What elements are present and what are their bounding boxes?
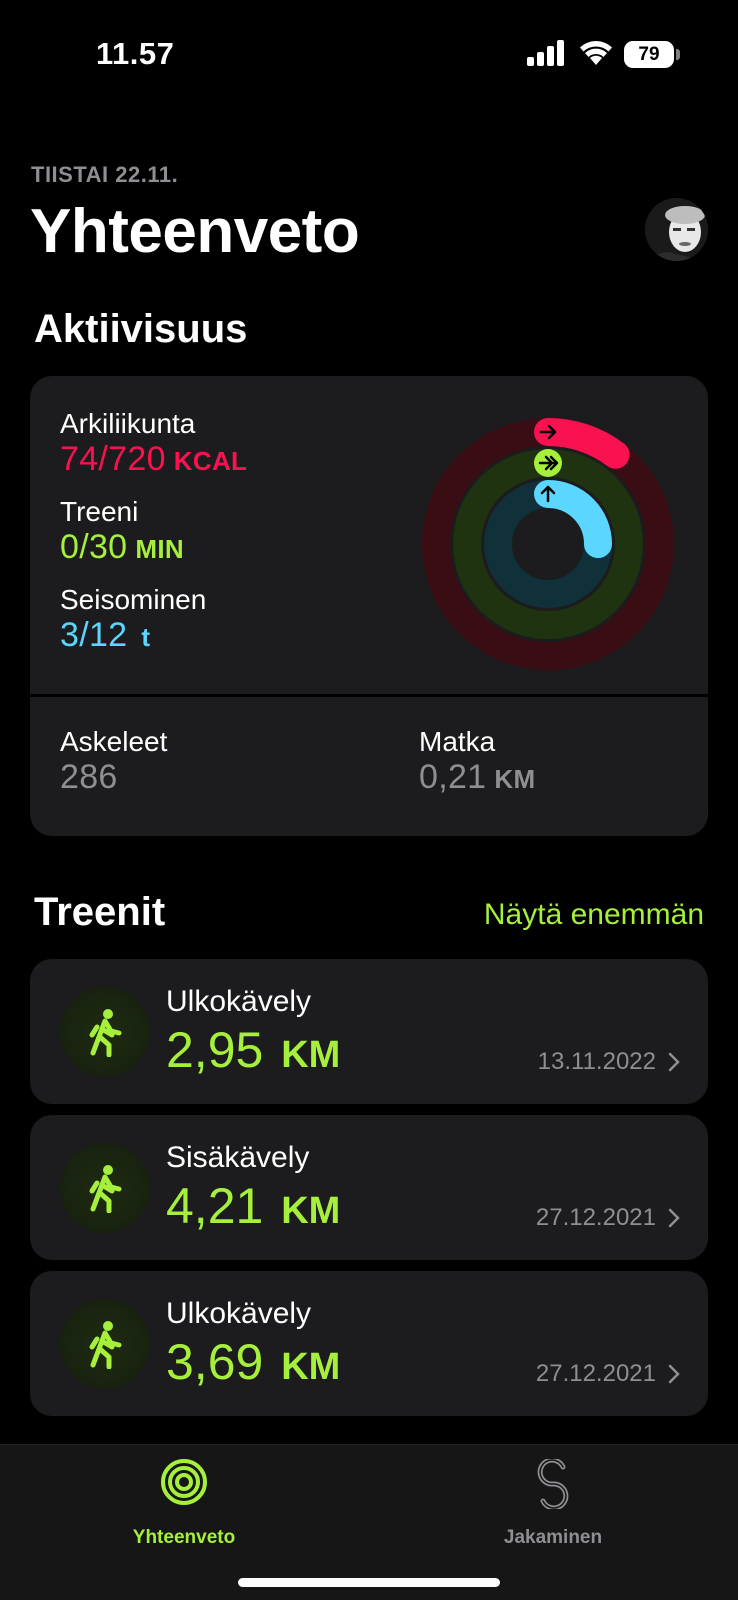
date-label: TIISTAI 22.11. [31,162,179,187]
activity-rings-icon [161,1459,207,1505]
workout-card[interactable]: Sisäkävely 4,21 KM 27.12.2021 [30,1115,708,1260]
stand-value: 3/12 t [60,616,150,655]
workout-name: Ulkokävely [166,1297,312,1330]
tab-bar: Yhteenveto Jakaminen [0,1444,738,1600]
workout-distance-unit: KM [281,1190,341,1232]
activity-rings [422,418,674,670]
move-value-unit: KCAL [173,446,248,476]
exercise-value-number: 0/30 [60,528,128,566]
distance-value-unit: KM [494,764,536,794]
workout-distance-unit: KM [281,1346,341,1388]
chevron-right-icon [668,1208,680,1228]
page-title: Yhteenveto [30,197,360,266]
walking-figure-icon [60,1143,150,1233]
workout-date: 27.12.2021 [535,1360,656,1387]
activity-card[interactable]: Arkiliikunta 74/720 KCAL Treeni 0/30 MIN S… [30,376,708,836]
tab-sharing-label: Jakaminen [503,1527,603,1548]
exercise-value: 0/30 MIN [60,528,184,567]
workout-name: Ulkokävely [166,985,312,1018]
workout-distance: 2,95 KM [166,1021,340,1079]
workouts-section-title: Treenit [34,890,166,934]
steps-label: Askeleet [60,726,168,757]
workout-card[interactable]: Ulkokävely 3,69 KM 27.12.2021 [30,1271,708,1416]
status-time: 11.57 [96,36,175,71]
workout-card[interactable]: Ulkokävely 2,95 KM 13.11.2022 [30,959,708,1104]
battery-tip [676,49,680,60]
card-divider [30,694,708,697]
stand-value-number: 3/12 [60,616,128,654]
workout-date: 27.12.2021 [535,1204,656,1231]
workout-distance-number: 3,69 [166,1334,264,1390]
workout-distance: 4,21 KM [166,1177,340,1235]
stand-value-unit: t [141,622,151,652]
steps-value: 286 [60,758,118,796]
move-label: Arkiliikunta [60,408,196,439]
walking-figure-icon [60,1299,150,1389]
walking-figure-icon [60,987,150,1077]
workout-distance-number: 4,21 [166,1178,264,1234]
workout-date: 13.11.2022 [537,1048,656,1075]
exercise-label: Treeni [60,496,139,527]
tab-summary-label: Yhteenveto [132,1527,236,1548]
profile-photo-icon [645,198,708,261]
chevron-right-icon [668,1052,680,1072]
wifi-icon [580,41,612,65]
move-value-number: 74/720 [60,440,166,478]
distance-value-number: 0,21 [419,758,487,796]
status-bar: 11.57 79 [0,0,738,110]
move-value: 74/720 KCAL [60,440,247,479]
cellular-signal-icon [527,40,564,66]
workout-distance: 3,69 KM [166,1333,340,1391]
show-more-link[interactable]: Näytä enemmän [484,898,704,932]
sharing-icon [537,1459,569,1509]
workout-distance-unit: KM [281,1034,341,1076]
avatar[interactable] [645,198,708,261]
stand-label: Seisominen [60,584,207,615]
battery-indicator: 79 [624,41,674,68]
exercise-value-unit: MIN [135,534,184,564]
distance-value: 0,21 KM [419,758,535,797]
chevron-right-icon [668,1364,680,1384]
activity-section-title: Aktiivisuus [34,307,248,351]
home-indicator [238,1578,500,1587]
distance-label: Matka [419,726,496,757]
workout-name: Sisäkävely [166,1141,310,1174]
workout-distance-number: 2,95 [166,1022,264,1078]
